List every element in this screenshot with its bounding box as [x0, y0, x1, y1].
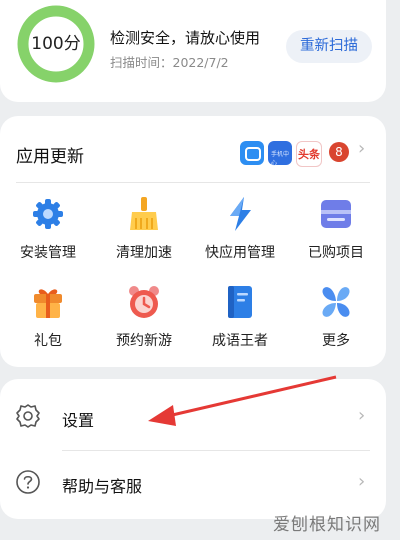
grid-item-install-manage[interactable]: 安装管理: [0, 194, 96, 262]
app-update-card: 应用更新 手机中心 头条 8 › 安装管理 清理加速 快应用管理 已购项目 礼包…: [0, 116, 386, 367]
chat-app-icon: [240, 141, 264, 165]
watermark-text: 爱刨根知识网: [273, 515, 381, 535]
security-score: 100分: [31, 34, 81, 54]
grid-item-quick-app[interactable]: 快应用管理: [192, 194, 288, 262]
toutiao-app-icon: 头条: [296, 141, 322, 167]
grid-item-label: 预约新游: [116, 333, 172, 349]
broom-icon: [124, 194, 164, 234]
app-update-header[interactable]: 应用更新 手机中心 头条 8 ›: [0, 116, 386, 182]
gift-icon: [28, 282, 68, 322]
phone-center-app-icon: 手机中心: [268, 141, 292, 167]
update-count-badge: 8: [329, 142, 349, 162]
grid-item-gift[interactable]: 礼包: [0, 282, 96, 350]
rescan-button[interactable]: 重新扫描: [286, 30, 372, 63]
divider: [16, 182, 370, 183]
settings-card: 设置 › 帮助与客服 ›: [0, 379, 386, 519]
alarm-clock-icon: [124, 282, 164, 322]
grid-item-label: 已购项目: [308, 245, 364, 261]
grid-item-more[interactable]: 更多: [288, 282, 384, 350]
grid-item-label: 礼包: [34, 333, 62, 349]
grid-item-label: 成语王者: [212, 333, 268, 349]
help-support-label: 帮助与客服: [62, 477, 143, 496]
chevron-right-icon: ›: [358, 405, 366, 426]
purchased-icon: [316, 194, 356, 234]
settings-label: 设置: [62, 411, 95, 430]
book-icon: [220, 282, 260, 322]
grid-item-label: 快应用管理: [205, 245, 275, 261]
app-update-title: 应用更新: [16, 147, 84, 167]
grid-item-purchased[interactable]: 已购项目: [288, 194, 384, 262]
grid-item-idiom-king[interactable]: 成语王者: [192, 282, 288, 350]
gear-outline-icon: [14, 402, 42, 430]
settings-row[interactable]: 设置 ›: [0, 385, 386, 451]
scan-status-text: 检测安全，请放心使用: [110, 29, 261, 47]
gear-icon: [28, 194, 68, 234]
grid-item-label: 安装管理: [20, 245, 76, 261]
grid-item-label: 清理加速: [116, 245, 172, 261]
chevron-right-icon: ›: [358, 471, 366, 492]
grid-item-clean-speedup[interactable]: 清理加速: [96, 194, 192, 262]
lightning-icon: [220, 194, 260, 234]
scan-time-text: 扫描时间：2022/7/2: [110, 55, 229, 70]
grid-item-reserve-game[interactable]: 预约新游: [96, 282, 192, 350]
chevron-right-icon: ›: [358, 138, 366, 159]
help-question-icon: [14, 468, 42, 496]
help-support-row[interactable]: 帮助与客服 ›: [0, 451, 386, 517]
scan-card: 100分 检测安全，请放心使用 扫描时间：2022/7/2 重新扫描: [0, 0, 386, 102]
security-score-ring: 100分: [16, 4, 96, 84]
more-icon: [316, 282, 356, 322]
grid-item-label: 更多: [322, 333, 350, 349]
